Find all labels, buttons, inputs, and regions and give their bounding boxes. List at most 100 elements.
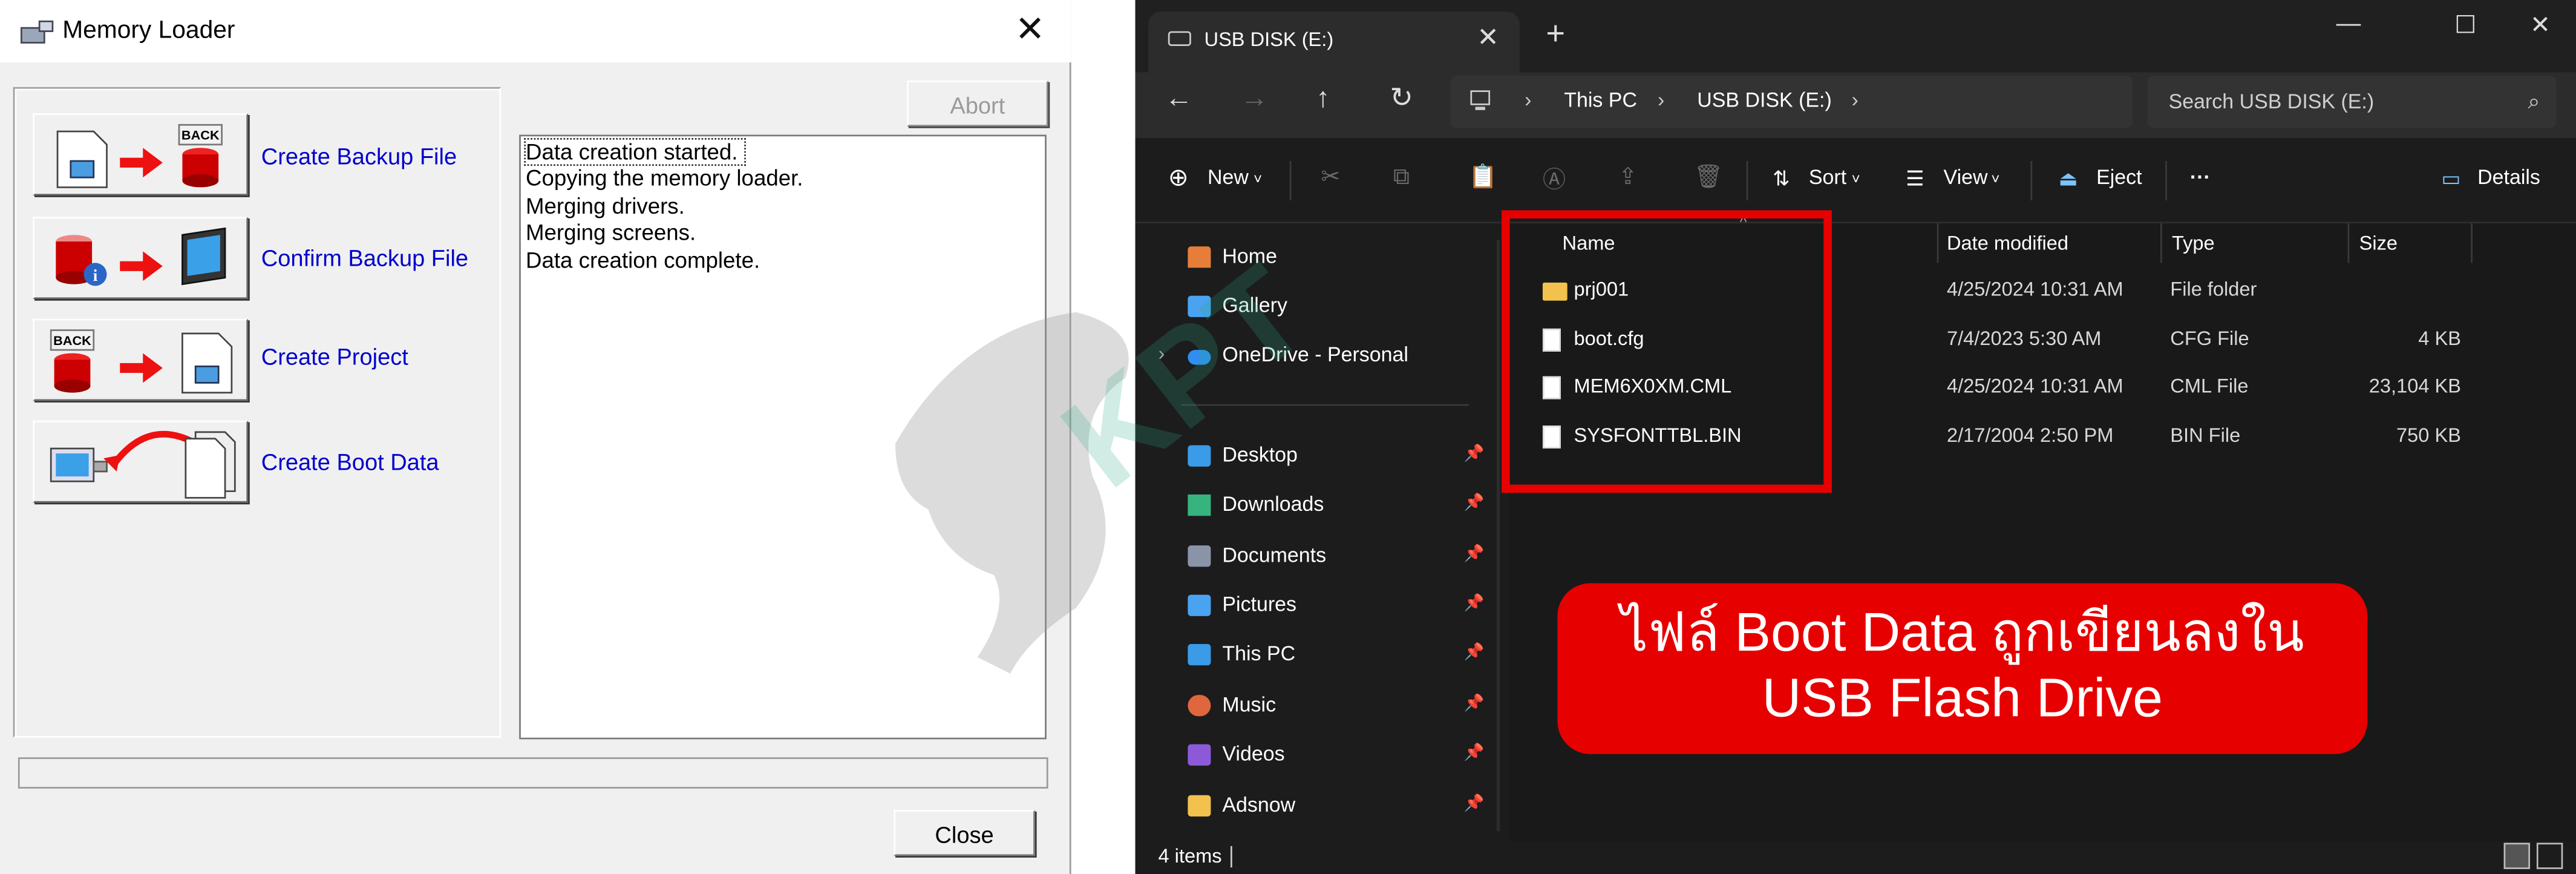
column-divider[interactable]	[1937, 223, 1939, 263]
sidebar-item-videos[interactable]: Videos 📌	[1188, 741, 1485, 774]
pin-icon[interactable]: 📌	[1464, 795, 1485, 813]
rename-icon[interactable]: Ⓐ	[1543, 163, 1566, 196]
new-button[interactable]: New	[1208, 166, 1249, 189]
column-header-date[interactable]: Date modified	[1947, 232, 2068, 255]
computer-stand	[1475, 107, 1485, 110]
new-icon: ⊕	[1168, 164, 1189, 192]
confirm-backup-file-button[interactable]: i	[33, 217, 249, 300]
column-divider[interactable]	[2471, 223, 2473, 263]
column-header-size[interactable]: Size	[2359, 232, 2398, 255]
sidebar-item-pictures[interactable]: Pictures 📌	[1188, 591, 1485, 624]
search-input[interactable]: Search USB DISK (E:)	[2169, 90, 2375, 113]
close-button[interactable]: Close	[894, 810, 1035, 856]
tab-title: USB DISK (E:)	[1204, 28, 1334, 51]
chevron-down-icon: ˅	[1254, 171, 1263, 188]
status-divider	[1230, 846, 1232, 868]
sidebar-item-music[interactable]: Music 📌	[1188, 692, 1485, 724]
sidebar-item-gallery[interactable]: Gallery	[1188, 292, 1483, 325]
create-boot-data-link[interactable]: Create Boot Data	[261, 448, 439, 475]
search-box[interactable]: Search USB DISK (E:) ⌕	[2147, 75, 2557, 128]
documents-icon	[1188, 545, 1211, 567]
up-icon[interactable]: ↑	[1316, 82, 1330, 115]
file-type: BIN File	[2170, 424, 2241, 447]
chevron-right-icon[interactable]: ›	[1158, 342, 1165, 365]
column-divider[interactable]	[2347, 223, 2350, 263]
more-options-icon[interactable]: ···	[2190, 166, 2211, 189]
refresh-icon[interactable]: ↻	[1390, 82, 1413, 115]
home-icon	[1188, 246, 1211, 268]
confirm-backup-file-link[interactable]: Confirm Backup File	[261, 245, 468, 271]
new-tab-icon[interactable]: +	[1546, 16, 1565, 54]
create-backup-file-button[interactable]: BACK	[33, 113, 249, 196]
chevron-right-icon: ›	[1851, 88, 1858, 112]
file-date: 2/17/2004 2:50 PM	[1946, 424, 2114, 447]
back-icon[interactable]: ←	[1165, 82, 1192, 115]
share-icon[interactable]: ⇪	[1618, 163, 1638, 191]
file-type: File folder	[2170, 277, 2257, 301]
create-project-button[interactable]: BACK	[33, 318, 249, 401]
sidebar-item-adsnow[interactable]: Adsnow 📌	[1188, 792, 1485, 824]
details-button[interactable]: Details	[2477, 166, 2540, 189]
details-view-icon[interactable]	[2503, 843, 2531, 869]
delete-icon[interactable]: 🗑	[1694, 163, 1723, 191]
pin-icon[interactable]: 📌	[1464, 595, 1485, 613]
close-icon[interactable]: ✕	[999, 9, 1061, 53]
create-boot-data-button[interactable]	[33, 420, 249, 503]
sidebar-item-label: Pictures	[1222, 593, 1297, 616]
sort-icon: ⇅	[1773, 167, 1790, 191]
copy-icon[interactable]: ⧉	[1393, 163, 1410, 191]
column-divider[interactable]	[2160, 223, 2162, 263]
annotation-banner: ไฟล์ Boot Data ถูกเขียนลงใน USB Flash Dr…	[1557, 583, 2368, 754]
cloud-icon	[1188, 350, 1211, 365]
breadcrumb-usb-disk[interactable]: USB DISK (E:)	[1697, 89, 1832, 112]
tab-close-icon[interactable]: ✕	[1477, 21, 1499, 54]
log-line: Data creation started.	[524, 138, 747, 166]
cut-icon[interactable]: ✂	[1321, 163, 1340, 191]
sidebar-item-downloads[interactable]: Downloads 📌	[1188, 491, 1485, 524]
eject-button[interactable]: Eject	[2096, 166, 2142, 189]
docs-to-usb-icon	[50, 430, 236, 499]
folder-icon	[1188, 795, 1211, 817]
sidebar-item-onedrive[interactable]: › OneDrive - Personal	[1158, 342, 1483, 375]
log-list: Data creation started. Copying the memor…	[519, 134, 1047, 740]
pin-icon[interactable]: 📌	[1464, 545, 1485, 564]
pin-icon[interactable]: 📌	[1464, 695, 1485, 713]
forward-icon[interactable]: →	[1240, 82, 1268, 115]
sidebar-divider	[1181, 404, 1469, 406]
pin-icon[interactable]: 📌	[1464, 494, 1485, 513]
minimize-icon[interactable]: —	[2336, 10, 2361, 38]
create-project-link[interactable]: Create Project	[261, 343, 408, 369]
file-size: 750 KB	[2396, 424, 2461, 447]
sidebar-item-documents[interactable]: Documents 📌	[1188, 542, 1485, 575]
pin-icon[interactable]: 📌	[1464, 445, 1485, 464]
chevron-down-icon: ˅	[1851, 171, 1860, 188]
paste-icon[interactable]: 📋	[1469, 163, 1497, 191]
view-button[interactable]: View	[1944, 166, 1988, 189]
chevron-down-icon: ˅	[1991, 171, 2000, 188]
tiles-view-icon[interactable]	[2536, 843, 2563, 869]
sidebar-scrollbar[interactable]	[1496, 240, 1500, 832]
sidebar-item-home[interactable]: Home	[1188, 243, 1483, 276]
annotation-line-2: USB Flash Drive	[1762, 667, 2163, 728]
breadcrumb-this-pc[interactable]: This PC	[1564, 89, 1637, 112]
create-backup-file-link[interactable]: Create Backup File	[261, 143, 457, 169]
backup-to-doc-icon: BACK	[50, 329, 233, 394]
abort-button[interactable]: Abort	[907, 80, 1048, 127]
sidebar-item-this-pc[interactable]: This PC 📌	[1188, 641, 1485, 674]
window-title: Memory Loader	[62, 16, 235, 45]
maximize-icon[interactable]: ☐	[2454, 10, 2477, 39]
address-bar[interactable]: › This PC › USB DISK (E:) ›	[1450, 75, 2133, 128]
sort-button[interactable]: Sort	[1809, 166, 1846, 189]
file-size: 4 KB	[2418, 327, 2461, 350]
window-close-icon[interactable]: ✕	[2530, 10, 2551, 39]
computer-icon	[1188, 644, 1211, 666]
sidebar-item-label: Music	[1222, 693, 1277, 717]
desktop-icon	[1188, 445, 1211, 467]
chevron-right-icon: ›	[1525, 88, 1532, 112]
sidebar-item-label: Home	[1222, 245, 1277, 268]
pin-icon[interactable]: 📌	[1464, 644, 1485, 662]
column-header-type[interactable]: Type	[2172, 232, 2215, 255]
sidebar-item-desktop[interactable]: Desktop 📌	[1188, 442, 1485, 475]
pin-icon[interactable]: 📌	[1464, 744, 1485, 763]
tab-usb-disk[interactable]: USB DISK (E:) ✕	[1148, 12, 1520, 73]
